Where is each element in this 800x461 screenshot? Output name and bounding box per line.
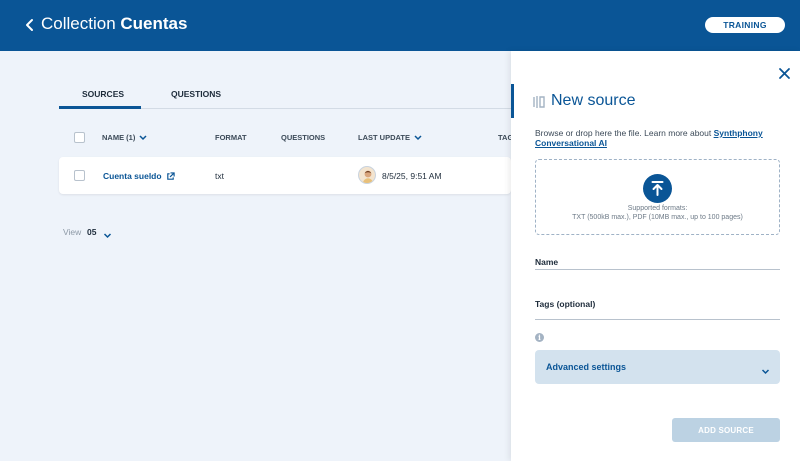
help-text-body: Browse or drop here the file. Learn more… (535, 128, 714, 138)
column-last-update-label: LAST UPDATE (358, 133, 410, 142)
name-field-underline (535, 269, 780, 270)
column-header-format: FORMAT (215, 133, 247, 142)
source-last-update: 8/5/25, 9:51 AM (382, 171, 442, 181)
column-header-tag: TAG (498, 133, 511, 142)
back-chevron-icon[interactable] (22, 15, 38, 35)
add-source-button[interactable]: ADD SOURCE (672, 418, 780, 442)
training-button[interactable]: TRAINING (705, 17, 785, 33)
column-header-name[interactable]: NAME (1) (102, 133, 147, 142)
source-name-link[interactable]: Cuenta sueldo (103, 171, 175, 181)
chevron-down-icon (761, 363, 770, 381)
panel-accent-bar (511, 84, 514, 118)
source-format: txt (215, 171, 224, 181)
info-icon[interactable]: i (535, 333, 544, 342)
external-link-icon[interactable] (166, 172, 175, 181)
title-prefix: Collection (41, 14, 116, 33)
caret-down-icon (139, 135, 147, 141)
tab-sources[interactable]: SOURCES (82, 89, 124, 99)
panel-title: New source (551, 92, 636, 109)
new-source-icon (532, 94, 546, 110)
view-count-select[interactable]: 05 (87, 227, 96, 237)
column-header-last-update[interactable]: LAST UPDATE (358, 133, 422, 142)
advanced-settings-label: Advanced settings (546, 362, 627, 372)
active-tab-indicator (59, 106, 141, 109)
name-field[interactable] (535, 253, 780, 269)
formats-detail: TXT (500kB max.), PDF (10MB max., up to … (572, 213, 743, 221)
tags-field-underline (535, 319, 780, 320)
help-text: Browse or drop here the file. Learn more… (535, 128, 775, 148)
supported-formats: Supported formats: TXT (500kB max.), PDF… (535, 205, 780, 222)
chevron-down-icon[interactable] (103, 227, 112, 245)
user-avatar-icon (358, 166, 376, 184)
page-title: Collection Cuentas (41, 14, 187, 34)
caret-down-icon (414, 135, 422, 141)
tab-questions[interactable]: QUESTIONS (171, 89, 221, 99)
tags-field[interactable] (535, 303, 780, 319)
row-checkbox[interactable] (74, 170, 85, 181)
close-icon[interactable] (778, 67, 791, 80)
upload-icon[interactable] (643, 174, 672, 203)
collection-name: Cuentas (120, 14, 188, 33)
advanced-settings-accordion[interactable]: Advanced settings (535, 350, 780, 384)
formats-heading: Supported formats: (627, 205, 688, 212)
column-header-questions: QUESTIONS (281, 133, 326, 142)
column-name-label: NAME (1) (102, 133, 136, 142)
view-label: View (63, 227, 82, 237)
source-name[interactable]: Cuenta sueldo (103, 171, 162, 181)
select-all-checkbox[interactable] (74, 132, 85, 143)
